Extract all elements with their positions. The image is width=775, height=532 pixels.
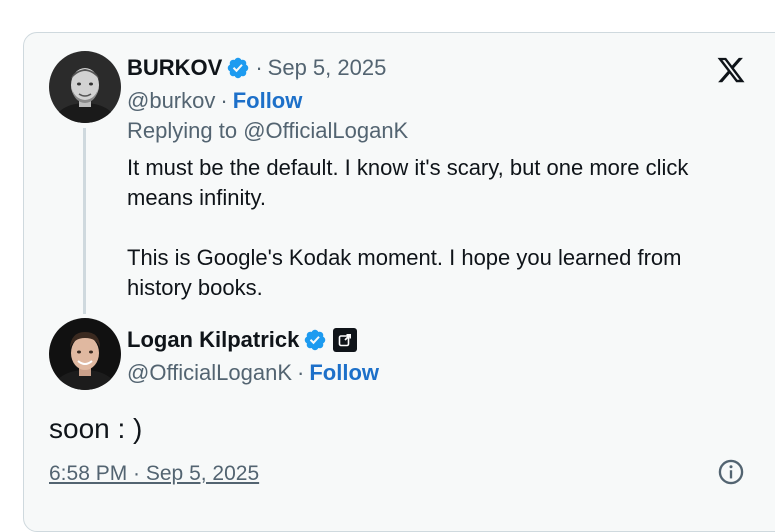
reply-tweet-handle-row: @OfficialLoganK · Follow <box>127 359 379 387</box>
separator-dot: · <box>297 360 305 385</box>
author-name[interactable]: Logan Kilpatrick <box>127 326 299 354</box>
parent-tweet-handle-row: @burkov · Follow <box>127 87 302 115</box>
embedded-tweet-card: BURKOV · Sep 5, 2025 @burkov · Follow Re… <box>23 32 775 532</box>
tweet-paragraph: This is Google's Kodak moment. I hope yo… <box>127 245 682 300</box>
follow-button[interactable]: Follow <box>233 87 303 115</box>
tweet-date-link[interactable]: Sep 5, 2025 <box>268 54 387 82</box>
reply-tweet-header: Logan Kilpatrick <box>127 326 358 354</box>
logan-kilpatrick-avatar[interactable] <box>49 318 121 390</box>
separator-dot: · <box>255 55 263 80</box>
reply-tweet-text: soon : ) <box>49 413 143 444</box>
x-logo-icon[interactable] <box>716 55 746 85</box>
info-icon[interactable] <box>717 458 745 486</box>
author-handle[interactable]: @OfficialLoganK <box>127 359 292 387</box>
parent-tweet-header: BURKOV · Sep 5, 2025 <box>127 54 386 82</box>
separator-dot: · <box>220 88 228 113</box>
verified-badge-icon <box>303 328 327 352</box>
follow-button[interactable]: Follow <box>309 359 379 387</box>
thread-connector-line <box>83 128 86 314</box>
burkov-avatar[interactable] <box>49 51 121 123</box>
replying-to: Replying to @OfficialLoganK <box>127 117 408 145</box>
author-name[interactable]: BURKOV <box>127 54 222 82</box>
tweet-timestamp-link[interactable]: 6:58 PM · Sep 5, 2025 <box>49 460 259 488</box>
parent-tweet-text: It must be the default. I know it's scar… <box>127 153 747 303</box>
affiliate-badge-icon[interactable] <box>333 328 358 352</box>
replying-to-label: Replying to <box>127 118 238 143</box>
replying-to-mention-link[interactable]: @OfficialLoganK <box>243 117 408 145</box>
verified-badge-icon <box>226 56 250 80</box>
author-handle[interactable]: @burkov <box>127 87 215 115</box>
tweet-paragraph: It must be the default. I know it's scar… <box>127 155 689 210</box>
